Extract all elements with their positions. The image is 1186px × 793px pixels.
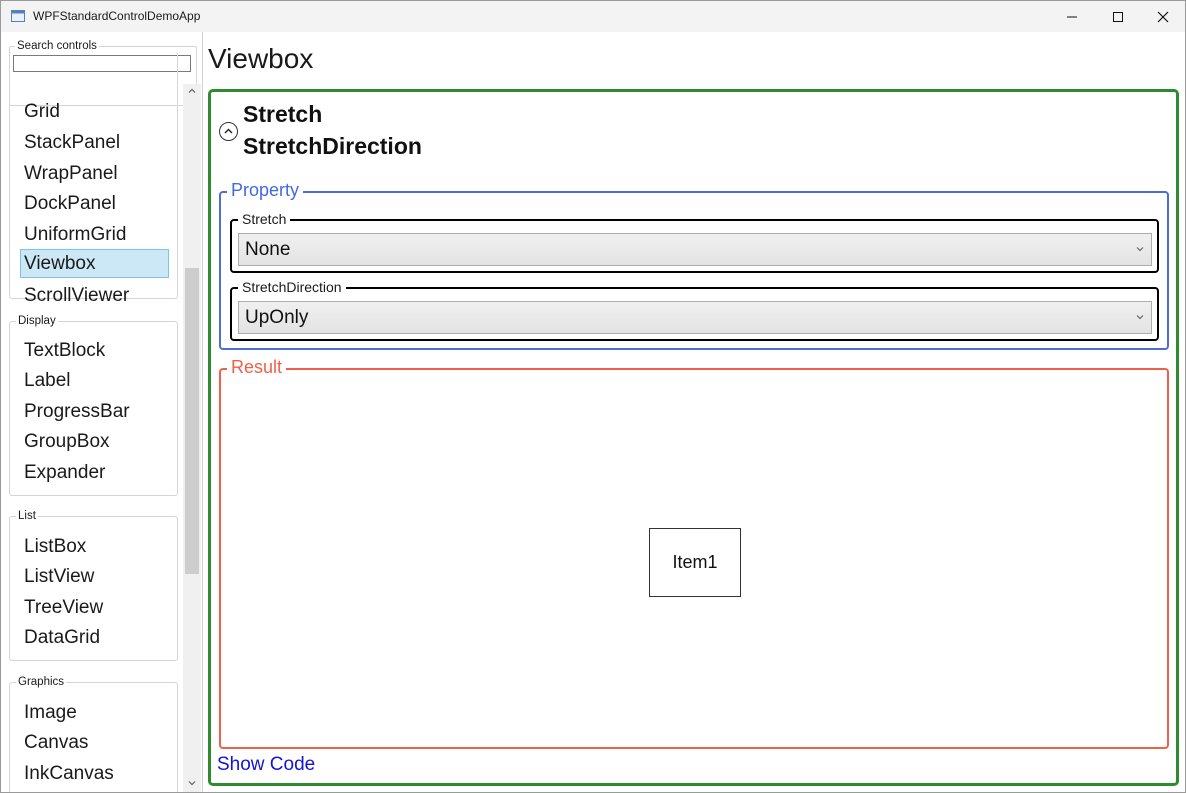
expander-toggle-button[interactable] (219, 122, 238, 141)
chevron-down-icon (1136, 315, 1144, 320)
sidebar-item-datagrid[interactable]: DataGrid (20, 623, 169, 652)
category-layout: Grid StackPanel WrapPanel DockPanel Unif… (9, 52, 178, 306)
sidebar-item-expander[interactable]: Expander (20, 458, 169, 487)
sidebar-item-inkcanvas[interactable]: InkCanvas (20, 759, 169, 788)
viewbox-item: Item1 (649, 528, 741, 597)
close-icon (1157, 11, 1169, 22)
stretchdirection-field-group: StretchDirection UpOnly (230, 279, 1159, 341)
chevron-up-icon (224, 128, 233, 134)
minimize-icon (1067, 16, 1077, 17)
sidebar-item-listview[interactable]: ListView (20, 562, 169, 591)
sidebar: Search controls Grid StackPanel WrapPane… (1, 32, 202, 792)
show-code-link[interactable]: Show Code (217, 754, 315, 776)
sidebar-item-dockpanel[interactable]: DockPanel (20, 189, 169, 218)
category-list: List ListBox ListView TreeView DataGrid (9, 510, 178, 661)
category-list-title: List (16, 510, 38, 522)
sidebar-item-textblock[interactable]: TextBlock (20, 336, 169, 365)
category-display: Display TextBlock Label ProgressBar Grou… (9, 315, 178, 496)
sidebar-item-stackpanel[interactable]: StackPanel (20, 128, 169, 157)
expander-header-stretchdirection[interactable]: StretchDirection (243, 133, 422, 160)
sidebar-item-uniformgrid[interactable]: UniformGrid (20, 220, 169, 249)
expander-header-stretch[interactable]: Stretch (243, 101, 322, 128)
maximize-icon (1113, 11, 1123, 22)
search-label: Search controls (15, 40, 99, 52)
sidebar-item-groupbox[interactable]: GroupBox (20, 427, 169, 456)
scroll-up-arrow-icon[interactable] (187, 86, 197, 96)
stretchdirection-combobox[interactable]: UpOnly (238, 301, 1152, 334)
minimize-button[interactable] (1049, 1, 1095, 32)
property-group-title: Property (227, 180, 304, 201)
result-group-title: Result (227, 357, 287, 378)
sidebar-item-scrollviewer[interactable]: ScrollViewer (20, 281, 169, 310)
sidebar-item-progressbar[interactable]: ProgressBar (20, 397, 169, 426)
result-group: Result Item1 (219, 357, 1169, 749)
close-button[interactable] (1140, 1, 1186, 32)
sidebar-item-treeview[interactable]: TreeView (20, 593, 169, 622)
stretchdirection-label: StretchDirection (238, 279, 346, 295)
sidebar-item-listbox[interactable]: ListBox (20, 532, 169, 561)
scroll-down-arrow-icon[interactable] (187, 778, 197, 788)
app-window: WPFStandardControlDemoApp Search control… (0, 0, 1186, 793)
category-graphics-title: Graphics (16, 676, 67, 688)
sidebar-item-label[interactable]: Label (20, 366, 169, 395)
sidebar-item-canvas[interactable]: Canvas (20, 728, 169, 757)
sidebar-item-viewbox[interactable]: Viewbox (20, 249, 169, 278)
stretch-combobox[interactable]: None (238, 233, 1152, 266)
maximize-button[interactable] (1095, 1, 1141, 32)
page-title: Viewbox (208, 43, 314, 74)
category-display-title: Display (16, 315, 58, 327)
app-icon (11, 10, 25, 22)
stretch-field-group: Stretch None (230, 211, 1159, 273)
sidebar-scrollbar[interactable] (183, 84, 201, 792)
splitter[interactable] (202, 32, 203, 792)
title-bar[interactable]: WPFStandardControlDemoApp (1, 1, 1185, 32)
chevron-down-icon (1136, 247, 1144, 252)
window-title: WPFStandardControlDemoApp (33, 9, 201, 23)
property-group: Property Stretch None StretchDirection U… (219, 180, 1169, 350)
sidebar-item-wrappanel[interactable]: WrapPanel (20, 159, 169, 188)
category-graphics: Graphics Image Canvas InkCanvas (9, 676, 178, 792)
stretch-label: Stretch (238, 211, 291, 227)
stretch-value: None (245, 239, 291, 260)
scrollbar-thumb[interactable] (185, 268, 199, 574)
stretchdirection-value: UpOnly (245, 307, 309, 328)
sidebar-item-image[interactable]: Image (20, 698, 169, 727)
sidebar-item-grid[interactable]: Grid (20, 97, 169, 126)
